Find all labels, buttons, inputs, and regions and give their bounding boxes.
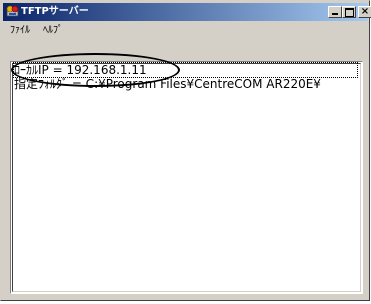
window-title: TFTPサーバー: [21, 6, 89, 17]
minimize-icon: [332, 13, 338, 15]
close-button[interactable]: ×: [358, 6, 371, 18]
menu-help[interactable]: ﾍﾙﾌﾟ: [43, 24, 63, 37]
log-listbox-frame: [12, 63, 361, 292]
tftp-server-window: TFTPサーバー × ﾌｧｲﾙ ﾍﾙﾌﾟ ﾛｰｶﾙIP = 192.168.1.…: [0, 0, 371, 301]
minimize-button[interactable]: [328, 6, 342, 18]
log-line-local-ip[interactable]: ﾛｰｶﾙIP = 192.168.1.11: [13, 62, 358, 78]
title-bar[interactable]: TFTPサーバー ×: [3, 3, 371, 21]
menu-file[interactable]: ﾌｧｲﾙ: [10, 24, 30, 37]
maximize-icon: [345, 8, 354, 17]
log-line-folder[interactable]: 指定ﾌｫﾙﾀﾞ = C:¥Program Files¥CentreCOM AR2…: [14, 77, 321, 91]
tftp-app-icon: [6, 5, 19, 17]
maximize-button[interactable]: [342, 6, 356, 18]
menu-bar: ﾌｧｲﾙ ﾍﾙﾌﾟ: [3, 22, 368, 39]
close-icon: ×: [360, 6, 370, 17]
log-listbox[interactable]: ﾛｰｶﾙIP = 192.168.1.11 指定ﾌｫﾙﾀﾞ = C:¥Progr…: [10, 61, 363, 294]
